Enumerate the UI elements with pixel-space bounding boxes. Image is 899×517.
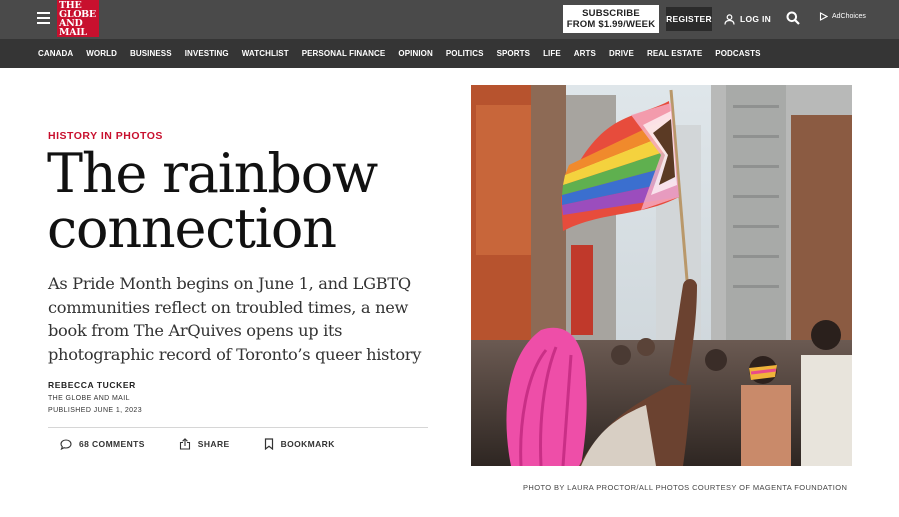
comment-icon [60, 438, 72, 450]
subscribe-price: FROM $1.99/WEEK [566, 19, 656, 30]
published-date: PUBLISHED JUNE 1, 2023 [48, 407, 143, 414]
article-source: THE GLOBE AND MAIL [48, 395, 130, 402]
subscribe-label: SUBSCRIBE [582, 8, 640, 19]
top-bar: THE GLOBE AND MAIL SUBSCRIBE FROM $1.99/… [0, 0, 899, 39]
share-button[interactable]: SHARE [179, 438, 230, 450]
nav-item-personal-finance[interactable]: PERSONAL FINANCE [302, 49, 386, 58]
share-icon [179, 438, 190, 450]
photo-caption: PHOTO BY LAURA PROCTOR/ALL PHOTOS COURTE… [523, 483, 848, 492]
subscribe-button[interactable]: SUBSCRIBE FROM $1.99/WEEK [563, 5, 659, 33]
headline-line: The rainbow [47, 142, 378, 205]
article-headline: The rainbow connection [47, 146, 447, 256]
menu-icon[interactable] [37, 12, 50, 24]
nav-item-podcasts[interactable]: PODCASTS [715, 49, 760, 58]
nav-item-watchlist[interactable]: WATCHLIST [242, 49, 289, 58]
nav-item-business[interactable]: BUSINESS [130, 49, 172, 58]
lead-photo-illustration [471, 85, 852, 466]
adchoices-icon [819, 12, 828, 21]
nav-item-real-estate[interactable]: REAL ESTATE [647, 49, 702, 58]
register-button[interactable]: REGISTER [666, 7, 712, 31]
article-dek: As Pride Month begins on June 1, and LGB… [48, 274, 422, 364]
headline-line: connection [47, 197, 337, 260]
nav-item-world[interactable]: WORLD [86, 49, 117, 58]
section-nav: CANADA WORLD BUSINESS INVESTING WATCHLIS… [0, 39, 899, 68]
comments-button[interactable]: 68 COMMENTS [60, 438, 145, 450]
share-label: SHARE [197, 439, 230, 449]
nav-item-arts[interactable]: ARTS [574, 49, 596, 58]
lead-photo[interactable] [471, 85, 852, 466]
nav-item-investing[interactable]: INVESTING [185, 49, 229, 58]
nav-item-canada[interactable]: CANADA [38, 49, 73, 58]
article-kicker[interactable]: HISTORY IN PHOTOS [48, 130, 163, 142]
bookmark-icon [264, 438, 273, 450]
nav-item-sports[interactable]: SPORTS [497, 49, 531, 58]
article-actions: 68 COMMENTS SHARE BOOKMARK [60, 438, 335, 450]
author-name[interactable]: REBECCA TUCKER [48, 380, 136, 390]
adchoices-label: AdChoices [832, 13, 866, 20]
login-label: LOG IN [740, 14, 772, 24]
bookmark-label: BOOKMARK [280, 439, 335, 449]
nav-item-life[interactable]: LIFE [543, 49, 561, 58]
login-button[interactable]: LOG IN [724, 10, 771, 28]
nav-item-drive[interactable]: DRIVE [609, 49, 634, 58]
logo-line: MAIL [59, 27, 87, 38]
search-icon[interactable] [786, 11, 800, 25]
nav-item-politics[interactable]: POLITICS [446, 49, 484, 58]
adchoices-link[interactable]: AdChoices [819, 12, 866, 21]
bookmark-button[interactable]: BOOKMARK [264, 438, 335, 450]
divider [48, 427, 428, 428]
site-logo[interactable]: THE GLOBE AND MAIL [57, 0, 99, 37]
nav-item-opinion[interactable]: OPINION [398, 49, 432, 58]
user-icon [724, 13, 735, 25]
comments-label: 68 COMMENTS [79, 439, 145, 449]
